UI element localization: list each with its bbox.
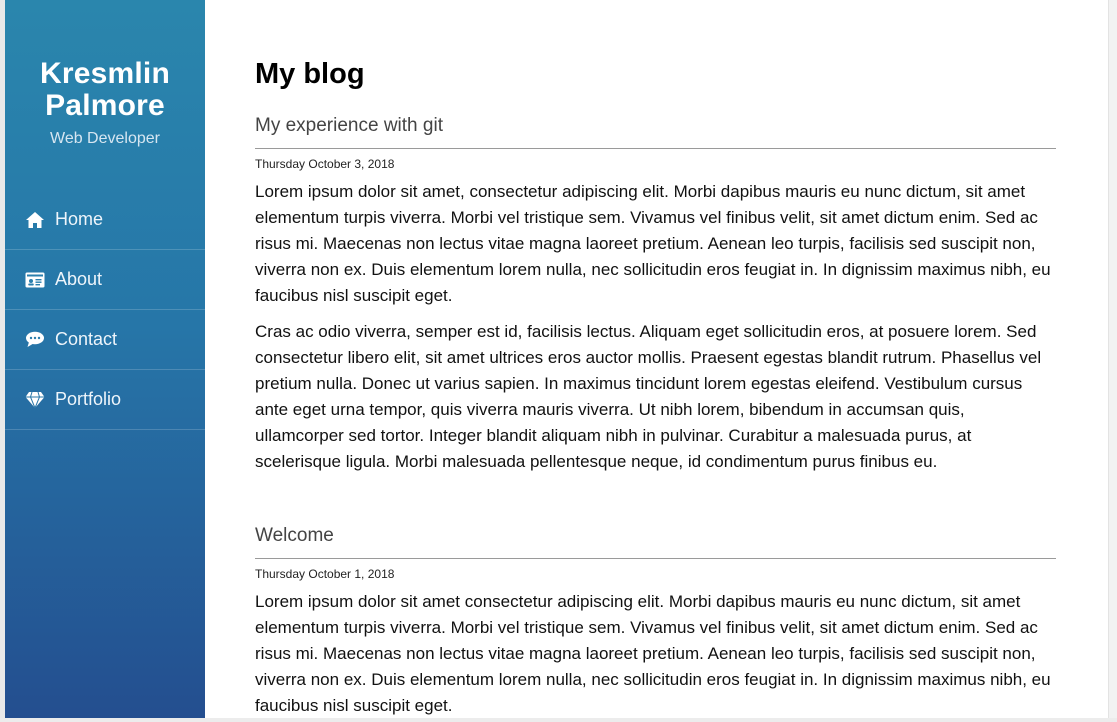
blog-post: My experience with git Thursday October … bbox=[255, 115, 1056, 475]
nav-item-contact[interactable]: Contact bbox=[5, 310, 205, 370]
id-card-icon bbox=[25, 270, 45, 290]
sidebar: Kresmlin Palmore Web Developer Home Abou… bbox=[5, 0, 205, 722]
nav-label-home: Home bbox=[55, 209, 104, 229]
nav-item-about[interactable]: About bbox=[5, 250, 205, 310]
brand-name: Kresmlin Palmore bbox=[5, 58, 205, 122]
vertical-scrollbar[interactable] bbox=[1108, 0, 1117, 722]
nav-item-home[interactable]: Home bbox=[5, 190, 205, 250]
nav-label-portfolio: Portfolio bbox=[55, 389, 122, 409]
sidebar-nav: Home About Contact Portfolio bbox=[5, 190, 205, 430]
post-paragraph: Lorem ipsum dolor sit amet consectetur a… bbox=[255, 592, 1051, 715]
blog-post: Welcome Thursday October 1, 2018 Lorem i… bbox=[255, 525, 1056, 719]
post-title: My experience with git bbox=[255, 115, 1056, 149]
home-icon bbox=[25, 210, 45, 230]
brand: Kresmlin Palmore Web Developer bbox=[5, 0, 205, 148]
post-title: Welcome bbox=[255, 525, 1056, 559]
brand-role: Web Developer bbox=[50, 130, 160, 147]
post-paragraph: Lorem ipsum dolor sit amet, consectetur … bbox=[255, 182, 1051, 305]
post-date: Thursday October 3, 2018 bbox=[255, 157, 395, 171]
nav-label-about: About bbox=[55, 269, 103, 289]
post-paragraph: Cras ac odio viverra, semper est id, fac… bbox=[255, 322, 1042, 471]
nav-item-portfolio[interactable]: Portfolio bbox=[5, 370, 205, 430]
window-bottom-edge bbox=[0, 718, 1117, 722]
post-date: Thursday October 1, 2018 bbox=[255, 567, 395, 581]
page-title: My blog bbox=[255, 58, 365, 90]
diamond-icon bbox=[25, 390, 45, 410]
browser-viewport: Kresmlin Palmore Web Developer Home Abou… bbox=[0, 0, 1117, 722]
main-content: My blog My experience with git Thursday … bbox=[255, 0, 1056, 719]
brand-name-line1: Kresmlin bbox=[40, 57, 170, 90]
brand-name-line2: Palmore bbox=[45, 89, 165, 122]
nav-label-contact: Contact bbox=[55, 329, 118, 349]
chat-bubble-icon bbox=[25, 330, 45, 350]
